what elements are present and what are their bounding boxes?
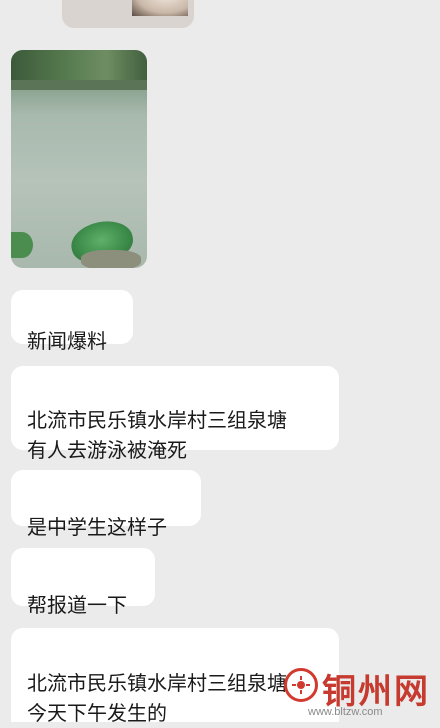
lotus-leaf-edge	[11, 232, 33, 258]
pond-photo-message[interactable]	[11, 50, 147, 268]
message-text: 北流市民乐镇水岸村三组泉塘 有人去游泳被淹死	[27, 408, 287, 462]
message-bubble-3[interactable]: 是中学生这样子	[11, 470, 201, 539]
message-text: 新闻爆料	[27, 329, 107, 353]
site-logo-icon	[284, 668, 318, 702]
message-text: 帮报道一下	[27, 593, 127, 617]
bank-area	[11, 80, 147, 90]
message-text: 是中学生这样子	[27, 515, 167, 539]
site-url: www.bltzw.com	[308, 706, 383, 718]
message-bubble-4[interactable]: 帮报道一下	[11, 548, 155, 617]
stone	[81, 250, 141, 268]
site-watermark: 铜州网 www.bltzw.com	[236, 664, 436, 722]
message-bubble-1[interactable]: 新闻爆料	[11, 290, 133, 353]
avatar-image-fragment	[132, 0, 188, 16]
message-bubble-2[interactable]: 北流市民乐镇水岸村三组泉塘 有人去游泳被淹死	[11, 366, 339, 462]
previous-image-message[interactable]	[62, 0, 194, 28]
